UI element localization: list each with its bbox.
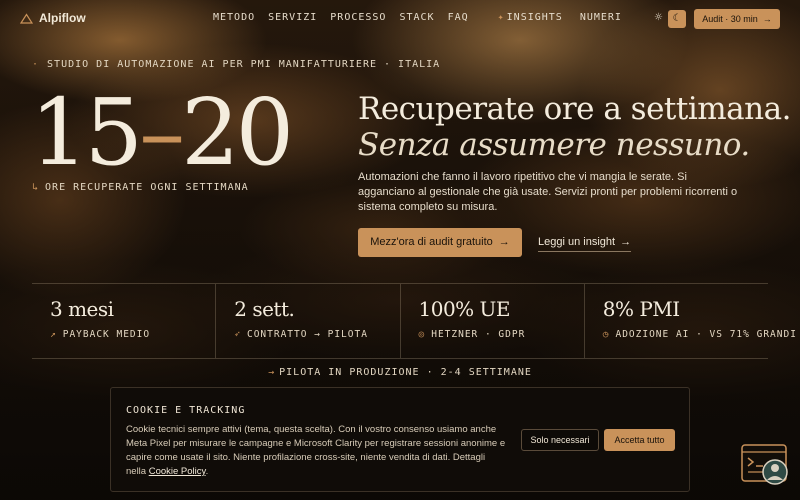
nav-link-insights[interactable]: ✦ INSIGHTS	[498, 12, 563, 23]
big-dash: –	[139, 79, 185, 186]
arrow-right-icon: →	[498, 236, 510, 248]
logo[interactable]: Alpiflow	[20, 11, 86, 25]
shield-icon: ◎	[418, 329, 426, 340]
stat-label-text: CONTRATTO → PILOTA	[246, 329, 368, 340]
sparkle-icon: ✦	[497, 12, 505, 23]
big-from: 15	[30, 79, 143, 186]
audit-nav-label: Audit · 30 min	[702, 14, 758, 24]
cookie-policy-link[interactable]: Cookie Policy	[149, 466, 206, 477]
pilot-line: → PILOTA IN PRODUZIONE · 2-4 SETTIMANE	[0, 367, 800, 378]
arrow-right-icon: →	[762, 14, 772, 24]
accept-all-button[interactable]: Accetta tutto	[604, 429, 675, 451]
nav-link-metodo[interactable]: METODO	[213, 12, 255, 23]
cookie-suffix: .	[205, 466, 209, 477]
hero-eyebrow: · STUDIO DI AUTOMAZIONE AI PER PMI MANIFA…	[32, 59, 440, 70]
nav-link-numeri[interactable]: NUMERI	[580, 12, 622, 23]
stats-bar: 3 mesi ↗ PAYBACK MEDIO 2 sett. ➶ CONTRATTO…	[32, 283, 796, 359]
sun-icon[interactable]: ☼	[654, 13, 664, 23]
audit-cta-label: Mezz'ora di audit gratuito	[370, 236, 493, 248]
nav-link-insights-label: INSIGHTS	[506, 12, 563, 23]
moon-icon: ☾	[672, 13, 682, 24]
hero-eyebrow-text: STUDIO DI AUTOMAZIONE AI PER PMI MANIFAT…	[47, 59, 441, 70]
top-nav: Alpiflow METODO SERVIZI PROCESSO STACK F…	[0, 0, 800, 36]
stat-label-text: ADOZIONE AI · VS 71% GRANDI	[615, 329, 797, 340]
mountain-logo-icon	[20, 12, 33, 24]
hero-headline-italic: Senza assumere nessuno.	[358, 127, 750, 163]
nav-link-servizi[interactable]: SERVIZI	[268, 12, 317, 23]
stat-label: ↗ PAYBACK MEDIO	[50, 329, 150, 340]
hours-big-number: 15–20	[30, 78, 294, 188]
trend-up-icon: ↗	[50, 329, 57, 340]
audit-nav-button[interactable]: Audit · 30 min →	[694, 9, 780, 29]
chat-terminal-icon	[741, 444, 788, 485]
hours-caption-text: ORE RECUPERATE OGNI SETTIMANA	[45, 182, 249, 193]
only-necessary-button[interactable]: Solo necessari	[521, 429, 599, 451]
nav-link-stack[interactable]: STACK	[399, 12, 434, 23]
stat-label: ➶ CONTRATTO → PILOTA	[234, 329, 368, 340]
insight-link-label: Leggi un insight	[538, 236, 616, 248]
cookie-banner: COOKIE E TRACKING Cookie tecnici sempre …	[110, 387, 690, 492]
insight-link[interactable]: Leggi un insight →	[538, 236, 632, 252]
cookie-title: COOKIE E TRACKING	[126, 405, 246, 416]
stat-value: 8% PMI	[602, 297, 680, 321]
stat-value: 2 sett.	[234, 297, 295, 321]
stat-label: ◎ HETZNER · GDPR	[419, 329, 526, 340]
hero-headline: Recuperate ore a settimana.	[358, 91, 791, 127]
corner-arrow-icon: ↳	[32, 182, 40, 193]
logo-text: Alpiflow	[39, 11, 86, 25]
hours-caption: ↳ ORE RECUPERATE OGNI SETTIMANA	[32, 182, 249, 193]
cookie-text: Cookie tecnici sempre attivi (tema, ques…	[126, 423, 506, 479]
stat-adoption: 8% PMI ◷ ADOZIONE AI · VS 71% GRANDI	[583, 284, 796, 358]
stat-label-text: PAYBACK MEDIO	[62, 329, 151, 340]
audit-cta-button[interactable]: Mezz'ora di audit gratuito →	[358, 228, 522, 257]
dot-icon: ·	[32, 59, 40, 70]
nav-link-faq[interactable]: FAQ	[448, 12, 469, 23]
big-to: 20	[181, 79, 294, 186]
stat-value: 100% UE	[418, 297, 511, 321]
arrow-right-icon: →	[620, 236, 632, 248]
stat-eu: 100% UE ◎ HETZNER · GDPR	[399, 284, 584, 358]
stat-value: 3 mesi	[50, 297, 114, 321]
stat-label-text: HETZNER · GDPR	[431, 329, 526, 340]
dark-mode-toggle[interactable]: ☾	[668, 10, 686, 28]
stat-contract: 2 sett. ➶ CONTRATTO → PILOTA	[215, 284, 399, 358]
chat-widget-button[interactable]	[741, 444, 789, 486]
nav-links: METODO SERVIZI PROCESSO STACK FAQ ✦ INSIG…	[213, 12, 622, 23]
nav-link-processo[interactable]: PROCESSO	[330, 12, 386, 23]
stat-label: ◷ ADOZIONE AI · VS 71% GRANDI	[603, 329, 797, 340]
hero-description: Automazioni che fanno il lavoro ripetiti…	[358, 171, 738, 213]
rocket-icon: ➶	[234, 329, 241, 340]
clock-icon: ◷	[602, 329, 610, 340]
arrow-right-icon: →	[268, 367, 276, 378]
pilot-line-text: PILOTA IN PRODUZIONE · 2-4 SETTIMANE	[279, 367, 532, 378]
stat-payback: 3 mesi ↗ PAYBACK MEDIO	[32, 284, 215, 358]
